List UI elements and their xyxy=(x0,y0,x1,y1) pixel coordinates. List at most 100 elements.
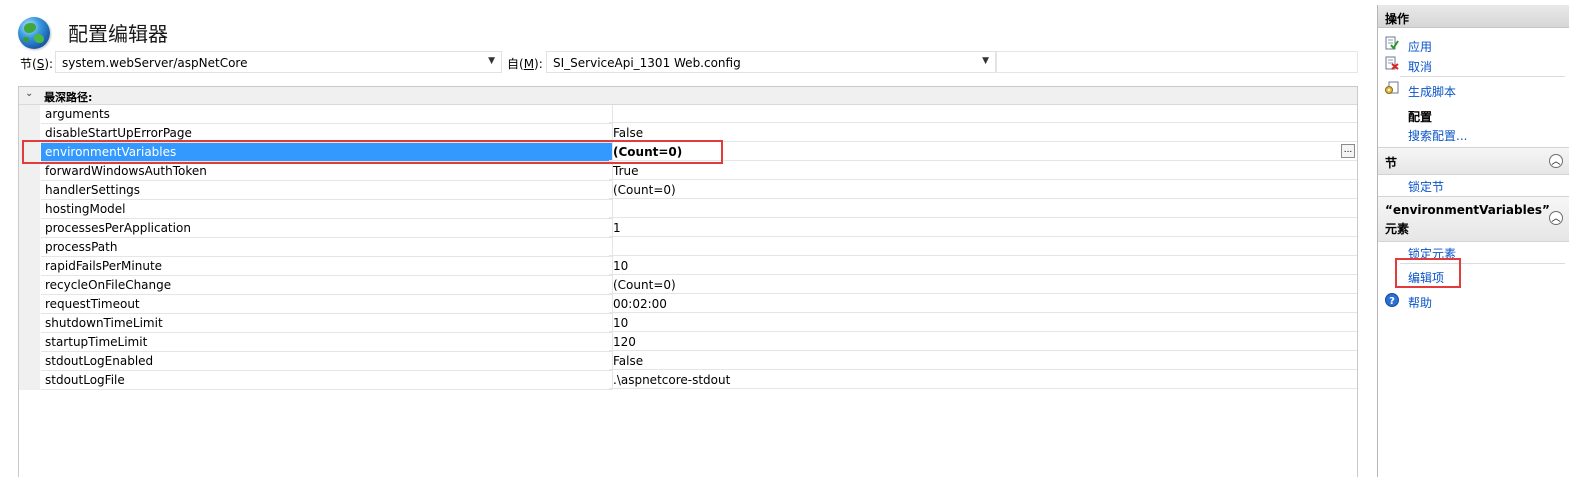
collapse-chevron-icon[interactable]: ⌄ xyxy=(25,88,33,99)
grid-row-gutter xyxy=(19,295,40,314)
grid-row-stdoutLogEnabled[interactable]: stdoutLogEnabled False xyxy=(19,352,1357,371)
section-group-header[interactable]: 节 ︿ xyxy=(1378,147,1569,175)
toolbar-spacer xyxy=(996,51,1358,73)
property-value[interactable]: 120 xyxy=(609,333,1357,351)
property-value[interactable]: False xyxy=(609,124,1357,142)
help-icon: ? xyxy=(1385,293,1399,307)
property-name[interactable]: requestTimeout xyxy=(41,295,613,314)
edit-items-link[interactable]: 编辑项 xyxy=(1408,269,1444,286)
divider xyxy=(1400,263,1565,264)
property-value[interactable] xyxy=(609,238,1357,256)
property-name[interactable]: arguments xyxy=(41,105,613,124)
section-dropdown[interactable]: system.webServer/aspNetCore ▼ xyxy=(55,51,502,73)
search-config-link[interactable]: 搜索配置... xyxy=(1408,127,1467,144)
apply-icon xyxy=(1385,36,1399,50)
property-value[interactable] xyxy=(609,105,1357,123)
actions-pane: 操作 应用 取消 生成脚本 配置 搜索配置... 节 ︿ 锁定节 “enviro… xyxy=(1377,5,1569,477)
grid-row-gutter xyxy=(19,105,40,124)
generate-script-icon xyxy=(1385,81,1399,94)
grid-row-startupTimeLimit[interactable]: startupTimeLimit 120 xyxy=(19,333,1357,352)
property-value[interactable] xyxy=(609,200,1357,218)
grid-row-hostingModel[interactable]: hostingModel xyxy=(19,200,1357,219)
property-value[interactable]: (Count=0) xyxy=(609,181,1357,199)
grid-row-requestTimeout[interactable]: requestTimeout 00:02:00 xyxy=(19,295,1357,314)
property-value[interactable]: .\aspnetcore-stdout xyxy=(609,371,1357,389)
element-group-title-line2: 元素 xyxy=(1385,222,1410,236)
grid-row-rapidFailsPerMinute[interactable]: rapidFailsPerMinute 10 xyxy=(19,257,1357,276)
property-name[interactable]: processesPerApplication xyxy=(41,219,613,238)
divider xyxy=(1400,76,1565,77)
grid-row-processesPerApplication[interactable]: processesPerApplication 1 xyxy=(19,219,1357,238)
grid-row-gutter xyxy=(19,276,40,295)
ellipsis-button[interactable]: ... xyxy=(1341,144,1355,158)
grid-row-gutter xyxy=(19,238,40,257)
config-heading: 配置 xyxy=(1408,110,1433,124)
property-value[interactable]: 1 xyxy=(609,219,1357,237)
property-value[interactable]: False xyxy=(609,352,1357,370)
page-title: 配置编辑器 xyxy=(68,22,168,46)
grid-category-title: 最深路径: xyxy=(44,91,93,104)
property-name[interactable]: environmentVariables xyxy=(41,143,613,162)
grid-row-gutter xyxy=(19,371,40,390)
property-name[interactable]: handlerSettings xyxy=(41,181,613,200)
from-dropdown[interactable]: SI_ServiceApi_1301 Web.config ▼ xyxy=(546,51,996,73)
grid-row-handlerSettings[interactable]: handlerSettings (Count=0) xyxy=(19,181,1357,200)
from-dropdown-value: SI_ServiceApi_1301 Web.config xyxy=(553,56,741,70)
help-link[interactable]: 帮助 xyxy=(1408,294,1432,311)
property-name[interactable]: stdoutLogEnabled xyxy=(41,352,613,371)
grid-row-gutter xyxy=(19,219,40,238)
lock-element-link[interactable]: 锁定元素 xyxy=(1408,245,1456,262)
property-name[interactable]: forwardWindowsAuthToken xyxy=(41,162,613,181)
property-value[interactable]: (Count=0) xyxy=(609,276,1357,294)
section-group-title: 节 xyxy=(1385,156,1398,170)
grid-row-recycleOnFileChange[interactable]: recycleOnFileChange (Count=0) xyxy=(19,276,1357,295)
configuration-editor: 配置编辑器 节(S): system.webServer/aspNetCore … xyxy=(0,0,1368,477)
property-name[interactable]: processPath xyxy=(41,238,613,257)
property-name[interactable]: startupTimeLimit xyxy=(41,333,613,352)
property-grid[interactable]: ⌄ 最深路径: arguments disableStartUpErrorPage… xyxy=(18,86,1358,477)
property-value[interactable]: 10 xyxy=(609,257,1357,275)
element-group-header[interactable]: “environmentVariables” 元素 ︿ xyxy=(1378,196,1569,242)
section-dropdown-value: system.webServer/aspNetCore xyxy=(62,56,248,70)
grid-row-shutdownTimeLimit[interactable]: shutdownTimeLimit 10 xyxy=(19,314,1357,333)
grid-row-environmentVariables[interactable]: environmentVariables (Count=0)... xyxy=(19,143,1357,162)
grid-row-gutter xyxy=(19,143,40,162)
chevron-down-icon[interactable]: ▼ xyxy=(982,56,989,66)
cancel-icon xyxy=(1385,56,1399,70)
cancel-link[interactable]: 取消 xyxy=(1408,58,1432,75)
apply-link[interactable]: 应用 xyxy=(1408,38,1432,55)
grid-row-arguments[interactable]: arguments xyxy=(19,105,1357,124)
grid-row-gutter xyxy=(19,333,40,352)
grid-row-processPath[interactable]: processPath xyxy=(19,238,1357,257)
generate-script-link[interactable]: 生成脚本 xyxy=(1408,83,1456,100)
property-name[interactable]: shutdownTimeLimit xyxy=(41,314,613,333)
chevron-down-icon[interactable]: ▼ xyxy=(488,56,495,66)
collapse-up-icon[interactable]: ︿ xyxy=(1549,154,1563,168)
grid-row-gutter xyxy=(19,181,40,200)
property-name[interactable]: stdoutLogFile xyxy=(41,371,613,390)
property-value[interactable]: True xyxy=(609,162,1357,180)
property-name[interactable]: hostingModel xyxy=(41,200,613,219)
collapse-up-icon[interactable]: ︿ xyxy=(1549,211,1563,225)
property-name[interactable]: recycleOnFileChange xyxy=(41,276,613,295)
actions-pane-title: 操作 xyxy=(1385,12,1410,26)
property-value[interactable]: 00:02:00 xyxy=(609,295,1357,313)
property-value[interactable]: 10 xyxy=(609,314,1357,332)
element-group-title-line1: “environmentVariables” xyxy=(1385,203,1550,217)
actions-pane-header: 操作 xyxy=(1378,5,1569,28)
grid-row-gutter xyxy=(19,162,40,181)
section-label: 节(S): xyxy=(20,57,54,71)
globe-icon xyxy=(18,17,50,49)
property-name[interactable]: disableStartUpErrorPage xyxy=(41,124,613,143)
svg-text:?: ? xyxy=(1389,296,1395,307)
grid-row-gutter xyxy=(19,124,40,143)
grid-row-gutter xyxy=(19,314,40,333)
grid-row-disableStartUpErrorPage[interactable]: disableStartUpErrorPage False xyxy=(19,124,1357,143)
property-value[interactable]: (Count=0) xyxy=(609,143,1357,161)
grid-row-stdoutLogFile[interactable]: stdoutLogFile .\aspnetcore-stdout xyxy=(19,371,1357,390)
grid-category-header[interactable]: ⌄ 最深路径: xyxy=(19,87,1357,105)
grid-row-forwardWindowsAuthToken[interactable]: forwardWindowsAuthToken True xyxy=(19,162,1357,181)
property-name[interactable]: rapidFailsPerMinute xyxy=(41,257,613,276)
lock-section-link[interactable]: 锁定节 xyxy=(1408,178,1444,195)
grid-row-gutter xyxy=(19,257,40,276)
